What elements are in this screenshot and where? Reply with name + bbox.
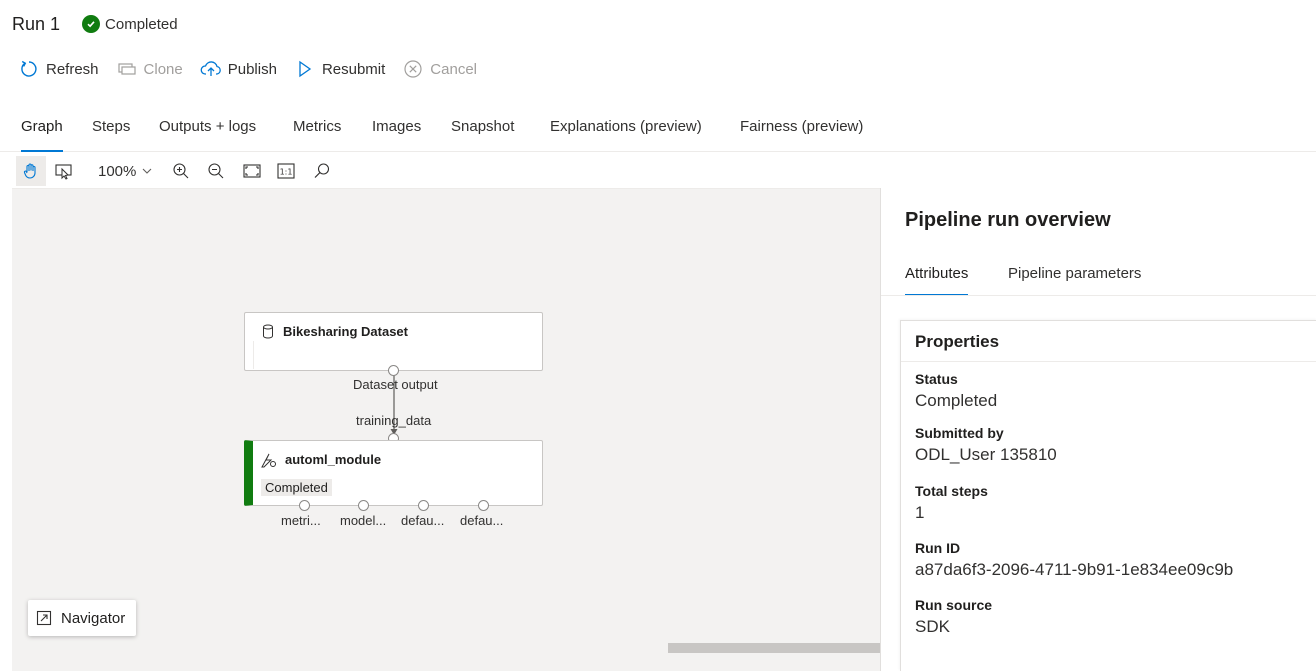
refresh-button[interactable]: Refresh bbox=[18, 57, 99, 81]
properties-title: Properties bbox=[915, 332, 1000, 351]
tab-pipeline-parameters[interactable]: Pipeline parameters bbox=[1008, 265, 1141, 296]
resubmit-button[interactable]: Resubmit bbox=[294, 57, 385, 81]
fit-to-screen-icon[interactable] bbox=[237, 156, 267, 186]
navigator-label: Navigator bbox=[61, 609, 126, 627]
module-status-badge: Completed bbox=[261, 479, 332, 496]
tab-fairness[interactable]: Fairness (preview) bbox=[740, 118, 863, 152]
prop-total-steps-value: 1 bbox=[915, 503, 925, 522]
tab-snapshot[interactable]: Snapshot bbox=[451, 118, 514, 152]
tab-metrics[interactable]: Metrics bbox=[293, 118, 341, 152]
chevron-down-icon bbox=[142, 167, 152, 175]
run-header: Run 1 Completed bbox=[12, 12, 178, 36]
refresh-icon bbox=[18, 58, 40, 80]
zoom-value: 100% bbox=[98, 162, 137, 180]
output-port-model[interactable] bbox=[358, 500, 369, 511]
cancel-button[interactable]: Cancel bbox=[402, 57, 477, 81]
prop-total-steps-label: Total steps bbox=[915, 483, 988, 499]
navigator-icon bbox=[36, 610, 52, 626]
output-label-default-2: defau... bbox=[460, 513, 504, 528]
dataset-cylinder-icon bbox=[262, 324, 274, 344]
tab-outputs-logs[interactable]: Outputs + logs bbox=[159, 118, 256, 152]
properties-divider bbox=[901, 361, 1316, 362]
zoom-dropdown[interactable]: 100% bbox=[98, 159, 152, 183]
prop-run-id-value: a87da6f3-2096-4711-9b91-1e834ee09c9b bbox=[915, 560, 1234, 579]
prop-run-source-label: Run source bbox=[915, 597, 993, 613]
refresh-label: Refresh bbox=[46, 60, 99, 78]
navigator-button[interactable]: Navigator bbox=[28, 600, 137, 636]
dataset-node-title: Bikesharing Dataset bbox=[283, 324, 408, 339]
cancel-label: Cancel bbox=[430, 60, 477, 78]
select-icon[interactable] bbox=[49, 156, 79, 186]
play-icon bbox=[294, 58, 316, 80]
dataset-node[interactable]: Bikesharing Dataset bbox=[244, 312, 543, 371]
automl-icon bbox=[260, 452, 277, 474]
training-data-label: training_data bbox=[356, 413, 432, 428]
clone-label: Clone bbox=[143, 60, 183, 78]
check-circle-icon bbox=[82, 15, 101, 33]
pan-hand-icon[interactable] bbox=[16, 156, 46, 186]
pipeline-run-overview-panel: Pipeline run overview Attributes Pipelin… bbox=[880, 188, 1316, 671]
prop-status-value: Completed bbox=[915, 391, 998, 410]
tab-attributes[interactable]: Attributes bbox=[905, 265, 969, 296]
prop-submitted-by-value: ODL_User 135810 bbox=[915, 445, 1057, 464]
run-status-badge: Completed bbox=[82, 15, 178, 33]
dataset-output-label: Dataset output bbox=[353, 377, 438, 392]
publish-button[interactable]: Publish bbox=[200, 57, 277, 81]
node-divider bbox=[253, 341, 254, 369]
automl-module-node[interactable]: automl_module Completed bbox=[244, 440, 543, 506]
output-port-default-2[interactable] bbox=[478, 500, 489, 511]
output-label-model: model... bbox=[340, 513, 387, 528]
panel-tabs-divider bbox=[881, 295, 1316, 296]
dataset-output-port[interactable] bbox=[388, 365, 399, 376]
graph-toolbar: 100% 1:1 bbox=[12, 153, 880, 189]
search-icon[interactable] bbox=[307, 156, 337, 186]
prop-run-id-label: Run ID bbox=[915, 540, 961, 556]
run-status-text: Completed bbox=[105, 15, 178, 33]
tab-graph[interactable]: Graph bbox=[21, 118, 63, 152]
prop-run-source-value: SDK bbox=[915, 617, 950, 636]
tab-steps[interactable]: Steps bbox=[92, 118, 130, 152]
output-label-default-1: defau... bbox=[401, 513, 445, 528]
zoom-out-icon[interactable] bbox=[201, 156, 231, 186]
prop-status-label: Status bbox=[915, 371, 958, 387]
resubmit-label: Resubmit bbox=[321, 60, 386, 78]
module-node-title: automl_module bbox=[285, 452, 382, 467]
publish-label: Publish bbox=[227, 60, 277, 78]
output-port-default-1[interactable] bbox=[418, 500, 429, 511]
actual-size-icon[interactable]: 1:1 bbox=[271, 156, 301, 186]
clone-button[interactable]: Clone bbox=[116, 57, 183, 81]
run-toolbar: Refresh Clone Publish Resubmit Cancel bbox=[18, 57, 494, 81]
page-title: Run 1 bbox=[12, 13, 61, 34]
zoom-in-icon[interactable] bbox=[166, 156, 196, 186]
tab-explanations[interactable]: Explanations (preview) bbox=[550, 118, 702, 152]
cloud-upload-icon bbox=[200, 58, 222, 80]
run-tabs: Graph Steps Outputs + logs Metrics Image… bbox=[0, 108, 1316, 152]
prop-submitted-by-label: Submitted by bbox=[915, 425, 1004, 441]
svg-text:1:1: 1:1 bbox=[280, 168, 293, 177]
output-port-metrics[interactable] bbox=[299, 500, 310, 511]
horizontal-scrollbar[interactable] bbox=[668, 643, 880, 653]
cancel-circle-icon bbox=[402, 58, 424, 80]
output-label-metrics: metri... bbox=[281, 513, 321, 528]
tab-images[interactable]: Images bbox=[372, 118, 421, 152]
graph-canvas[interactable]: 100% 1:1 Bikesharing Dataset Dataset out… bbox=[12, 153, 880, 671]
panel-title: Pipeline run overview bbox=[905, 209, 1111, 231]
properties-card: Properties Status Completed Submitted by… bbox=[900, 320, 1316, 671]
clone-icon bbox=[116, 58, 138, 80]
